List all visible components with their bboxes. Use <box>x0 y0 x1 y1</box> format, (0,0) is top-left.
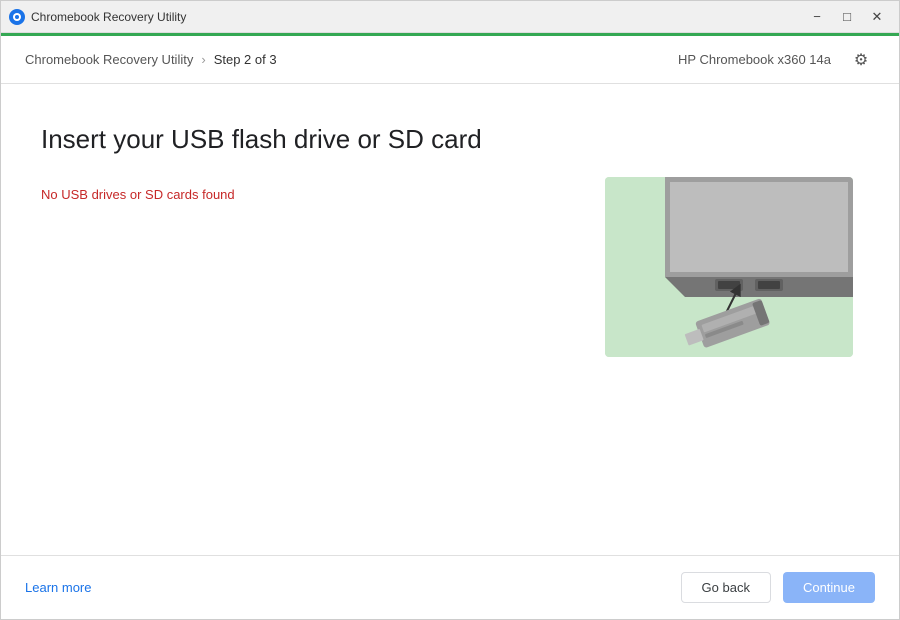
breadcrumb-separator: › <box>201 52 205 67</box>
title-bar: Chromebook Recovery Utility − □ ✕ <box>1 1 899 33</box>
page-title: Insert your USB flash drive or SD card <box>41 124 859 155</box>
header-right: HP Chromebook x360 14a ⚙ <box>678 46 875 74</box>
window-controls: − □ ✕ <box>803 6 891 28</box>
usb-illustration <box>605 177 853 357</box>
main-content: Insert your USB flash drive or SD card N… <box>1 84 899 555</box>
breadcrumb-app-name: Chromebook Recovery Utility <box>25 52 193 67</box>
illustration-svg <box>605 177 853 357</box>
breadcrumb-step: Step 2 of 3 <box>214 52 277 67</box>
maximize-button[interactable]: □ <box>833 6 861 28</box>
left-panel: No USB drives or SD cards found <box>41 187 579 555</box>
settings-button[interactable]: ⚙ <box>847 46 875 74</box>
app-header: Chromebook Recovery Utility › Step 2 of … <box>1 36 899 84</box>
minimize-button[interactable]: − <box>803 6 831 28</box>
breadcrumb: Chromebook Recovery Utility › Step 2 of … <box>25 52 678 67</box>
continue-button[interactable]: Continue <box>783 572 875 603</box>
footer-buttons: Go back Continue <box>681 572 875 603</box>
no-drives-message: No USB drives or SD cards found <box>41 187 579 202</box>
title-bar-text: Chromebook Recovery Utility <box>31 10 803 24</box>
content-area: No USB drives or SD cards found <box>41 187 859 555</box>
app-icon <box>9 9 25 25</box>
footer: Learn more Go back Continue <box>1 555 899 619</box>
device-name: HP Chromebook x360 14a <box>678 52 831 67</box>
go-back-button[interactable]: Go back <box>681 572 771 603</box>
close-button[interactable]: ✕ <box>863 6 891 28</box>
learn-more-link[interactable]: Learn more <box>25 580 681 595</box>
right-panel <box>599 177 859 555</box>
